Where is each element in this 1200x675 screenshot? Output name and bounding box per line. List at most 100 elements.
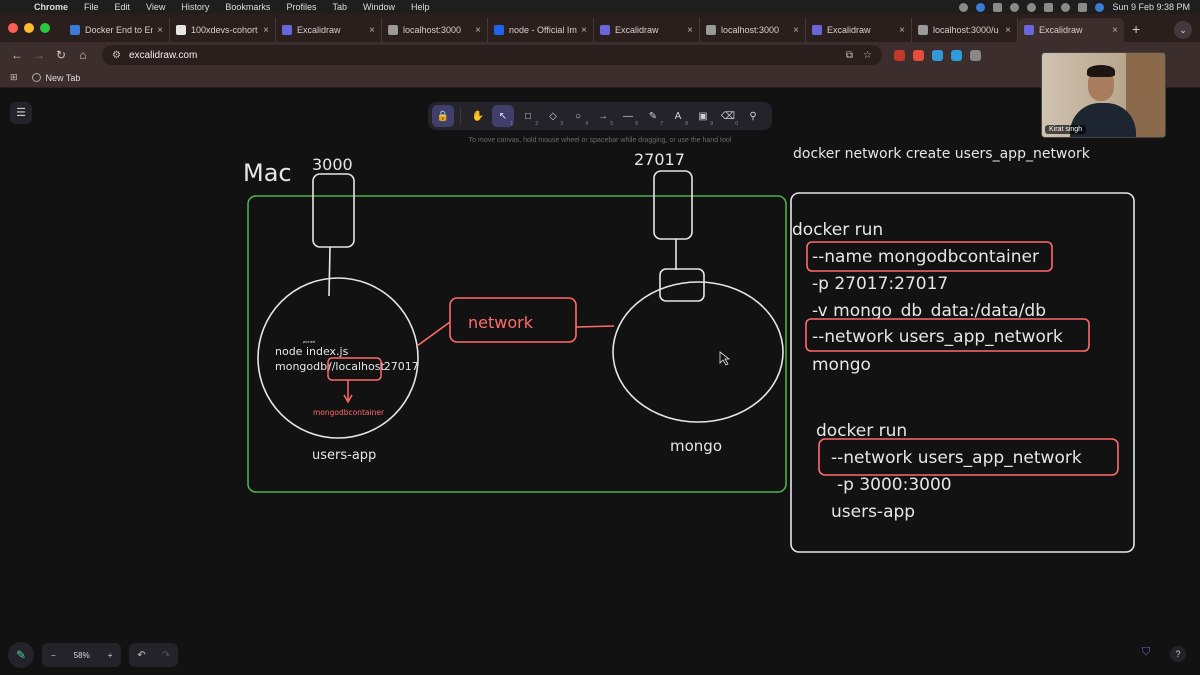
close-tab-icon[interactable]: × bbox=[581, 25, 587, 36]
cmd2-port-flag[interactable]: -p 3000:3000 bbox=[837, 475, 952, 495]
status-area: Sun 9 Feb 9:38 PM bbox=[959, 2, 1200, 12]
wifi-icon[interactable] bbox=[1027, 2, 1037, 12]
browser-tab[interactable]: localhost:3000 × bbox=[700, 18, 806, 42]
node-command-text[interactable]: node index.js bbox=[275, 345, 349, 358]
container-port-box[interactable] bbox=[659, 268, 705, 302]
status-icon[interactable] bbox=[993, 2, 1003, 12]
menu-bookmarks[interactable]: Bookmarks bbox=[217, 2, 278, 12]
port-27017-label[interactable]: 27017 bbox=[634, 150, 685, 169]
close-tab-icon[interactable]: × bbox=[475, 25, 481, 36]
extension-icon[interactable] bbox=[913, 49, 924, 61]
status-icon[interactable] bbox=[976, 2, 986, 12]
status-icon[interactable] bbox=[1010, 2, 1020, 12]
mongo-container-circle[interactable] bbox=[612, 281, 784, 423]
menu-edit[interactable]: Edit bbox=[107, 2, 139, 12]
address-bar[interactable]: ⚙ excalidraw.com ⧉ ☆ bbox=[102, 45, 882, 65]
close-tab-icon[interactable]: × bbox=[793, 25, 799, 36]
close-tab-icon[interactable]: × bbox=[899, 25, 905, 36]
menu-file[interactable]: File bbox=[76, 2, 107, 12]
browser-tab[interactable]: 100xdevs-cohort × bbox=[170, 18, 276, 42]
close-tab-icon[interactable]: × bbox=[263, 25, 269, 36]
tab-search-button[interactable]: ⌄ bbox=[1174, 21, 1192, 39]
mac-label[interactable]: Mac bbox=[243, 159, 292, 187]
cmd1-name-flag[interactable]: --name mongodbcontainer bbox=[812, 247, 1039, 267]
battery-icon[interactable] bbox=[1044, 2, 1054, 12]
browser-tab[interactable]: Excalidraw × bbox=[276, 18, 382, 42]
site-info-icon[interactable]: ⚙ bbox=[112, 50, 121, 61]
cmd2-image[interactable]: users-app bbox=[831, 502, 915, 522]
extensions-puzzle-icon[interactable] bbox=[970, 49, 981, 61]
browser-tab[interactable]: localhost:3000/u × bbox=[912, 18, 1018, 42]
network-label[interactable]: network bbox=[468, 313, 534, 332]
browser-tab[interactable]: node - Official Im × bbox=[488, 18, 594, 42]
control-center-icon[interactable] bbox=[1078, 2, 1088, 12]
extension-icon[interactable] bbox=[951, 49, 962, 61]
menu-help[interactable]: Help bbox=[403, 2, 438, 12]
help-icon[interactable]: ? bbox=[1170, 646, 1186, 662]
mongo-label[interactable]: mongo bbox=[670, 437, 722, 455]
cmd1-volume-flag[interactable]: -v mongo_db_data:/data/db bbox=[812, 301, 1046, 321]
reload-button[interactable]: ↻ bbox=[50, 48, 72, 62]
tab-title: localhost:3000/u bbox=[933, 25, 999, 35]
bookmark-item[interactable]: New Tab bbox=[31, 73, 80, 83]
menu-history[interactable]: History bbox=[173, 2, 217, 12]
browser-tab[interactable]: Excalidraw × bbox=[1018, 18, 1124, 42]
cmd1-image[interactable]: mongo bbox=[812, 355, 871, 375]
minimize-window-button[interactable] bbox=[24, 23, 34, 33]
browser-tab[interactable]: Docker End to End × bbox=[64, 18, 170, 42]
browser-tab-strip: Docker End to End × 100xdevs-cohort × Excali… bbox=[0, 14, 1200, 42]
forward-button[interactable]: → bbox=[28, 48, 50, 62]
port-27017-box[interactable] bbox=[653, 170, 693, 240]
redo-icon[interactable]: ↷ bbox=[154, 650, 178, 661]
menu-app-name[interactable]: Chrome bbox=[26, 2, 76, 12]
status-icon[interactable] bbox=[959, 2, 969, 12]
mongodb-url-prefix[interactable]: mongodb: bbox=[275, 360, 331, 373]
menubar-clock[interactable]: Sun 9 Feb 9:38 PM bbox=[1112, 2, 1190, 12]
browser-tab[interactable]: localhost:3000 × bbox=[382, 18, 488, 42]
back-button[interactable]: ← bbox=[6, 48, 28, 62]
menu-tab[interactable]: Tab bbox=[324, 2, 355, 12]
replacement-host-text[interactable]: mongodbcontainer bbox=[313, 408, 385, 417]
extension-icon[interactable] bbox=[932, 49, 943, 61]
browser-toolbar: ← → ↻ ⌂ ⚙ excalidraw.com ⧉ ☆ bbox=[0, 42, 1200, 68]
menu-window[interactable]: Window bbox=[355, 2, 403, 12]
menu-view[interactable]: View bbox=[138, 2, 173, 12]
siri-icon[interactable] bbox=[1095, 2, 1105, 12]
cmd2-network-flag[interactable]: --network users_app_network bbox=[831, 448, 1082, 468]
port-3000-label[interactable]: 3000 bbox=[312, 155, 353, 174]
cmd1-network-flag[interactable]: --network users_app_network bbox=[812, 327, 1063, 347]
close-tab-icon[interactable]: × bbox=[157, 25, 163, 36]
cmd1-title[interactable]: docker run bbox=[792, 220, 883, 240]
home-button[interactable]: ⌂ bbox=[72, 48, 94, 62]
install-app-icon[interactable]: ⧉ bbox=[846, 50, 853, 61]
close-window-button[interactable] bbox=[8, 23, 18, 33]
extension-icon[interactable] bbox=[894, 49, 905, 61]
close-tab-icon[interactable]: × bbox=[369, 25, 375, 36]
pen-mode-icon[interactable]: ✎ bbox=[8, 642, 34, 668]
menu-profiles[interactable]: Profiles bbox=[278, 2, 324, 12]
cmd1-port-flag[interactable]: -p 27017:27017 bbox=[812, 274, 948, 294]
browser-tab[interactable]: Excalidraw × bbox=[594, 18, 700, 42]
mongodb-url-port[interactable]: :27017 bbox=[380, 360, 419, 373]
browser-tab[interactable]: Excalidraw × bbox=[806, 18, 912, 42]
users-app-label[interactable]: users-app bbox=[312, 448, 376, 463]
bookmark-star-icon[interactable]: ☆ bbox=[863, 50, 872, 61]
tab-favicon-icon bbox=[600, 25, 610, 35]
cmd2-title[interactable]: docker run bbox=[816, 421, 907, 441]
new-tab-button[interactable]: + bbox=[1124, 18, 1148, 42]
zoom-window-button[interactable] bbox=[40, 23, 50, 33]
mongodb-url-host[interactable]: //localhost bbox=[328, 360, 385, 373]
shield-icon[interactable]: ⛉ bbox=[1142, 646, 1156, 660]
excalidraw-canvas[interactable]: ☰ 🔒 ✋ ↖ 1 □ 2 ◇ 3 ○ 4 → 5—6 ✎ 7 A 8 ▣ 9 ⌫ 0 ⚲ To move canvas… bbox=[0, 88, 1200, 675]
zoom-level[interactable]: 58% bbox=[65, 651, 99, 660]
close-tab-icon[interactable]: × bbox=[1112, 25, 1118, 36]
zoom-in-button[interactable]: + bbox=[99, 651, 122, 660]
port-3000-box[interactable] bbox=[312, 173, 355, 248]
zoom-out-button[interactable]: − bbox=[42, 651, 65, 660]
apps-grid-icon[interactable]: ⊞ bbox=[10, 72, 18, 83]
network-create-command[interactable]: docker network create users_app_network bbox=[793, 146, 1091, 162]
spotlight-search-icon[interactable] bbox=[1061, 2, 1071, 12]
close-tab-icon[interactable]: × bbox=[1005, 25, 1011, 36]
close-tab-icon[interactable]: × bbox=[687, 25, 693, 36]
undo-icon[interactable]: ↶ bbox=[129, 650, 153, 661]
